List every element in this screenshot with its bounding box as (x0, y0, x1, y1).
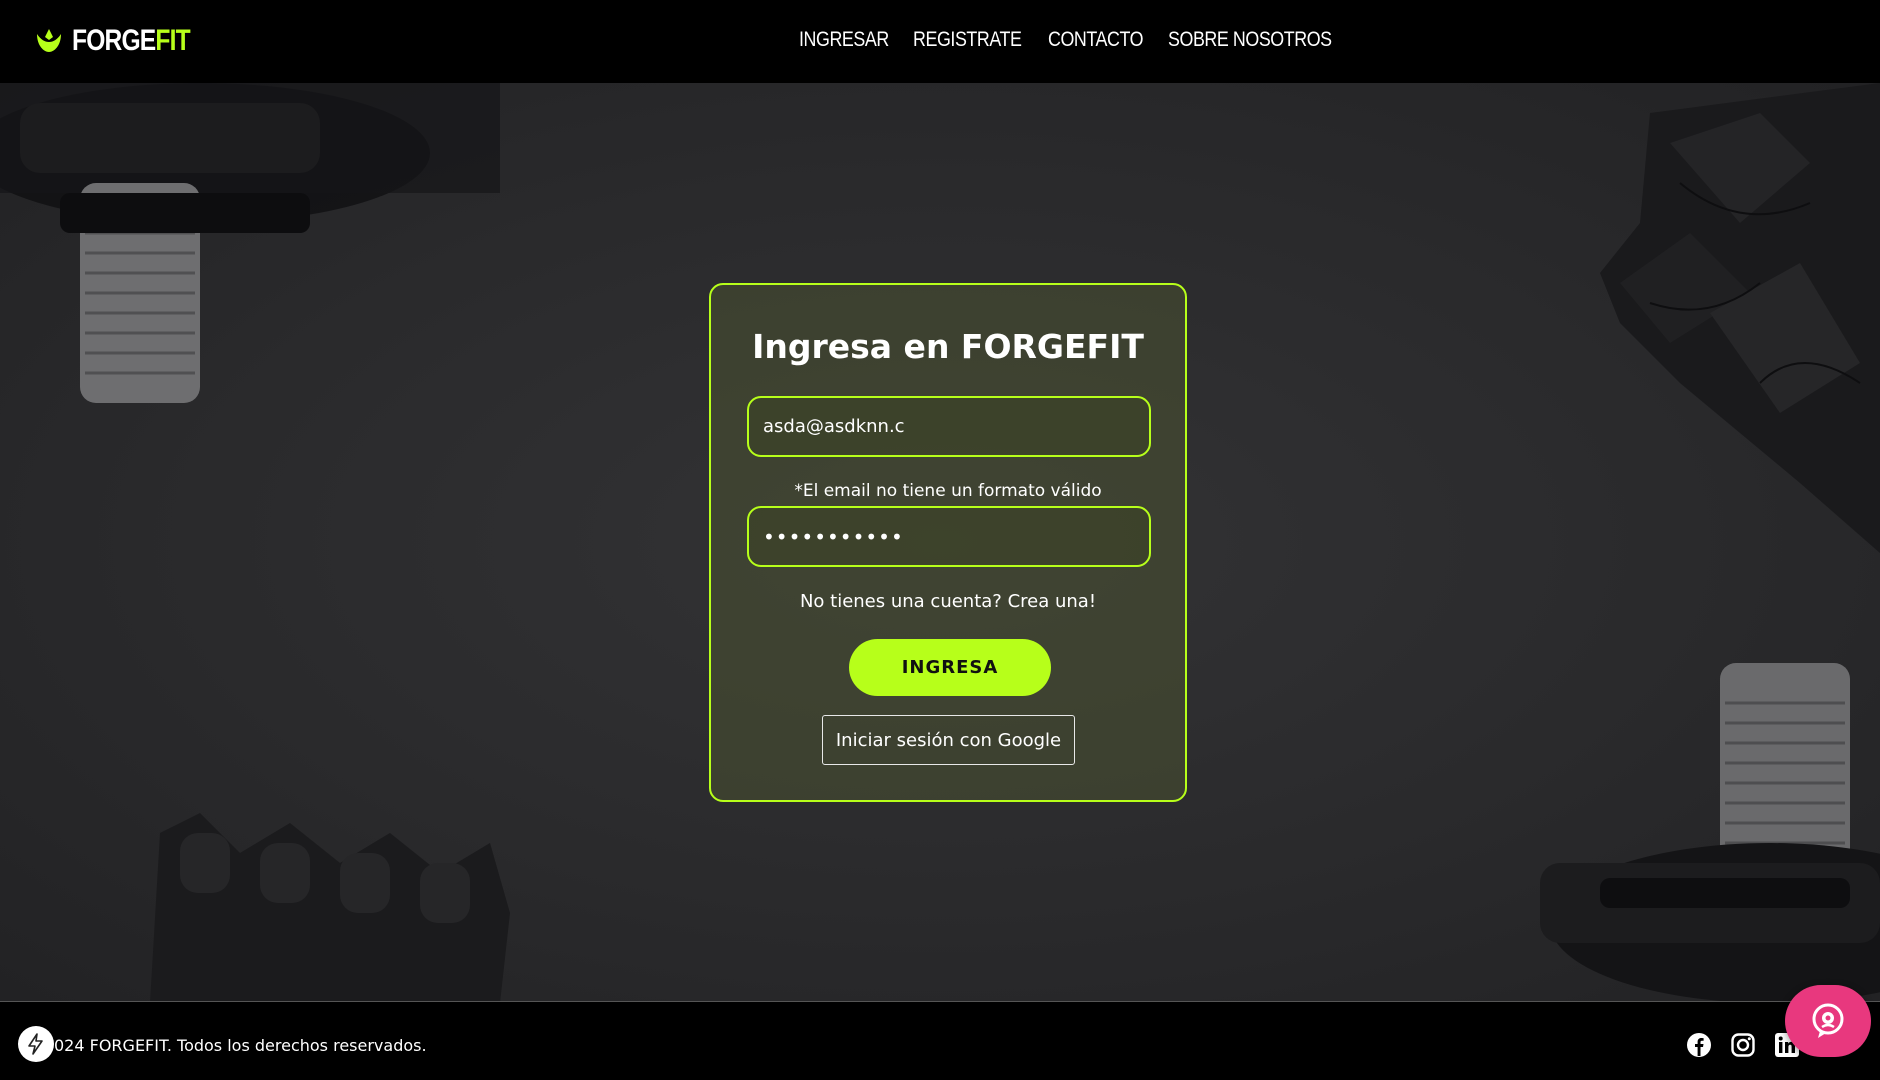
top-navbar: FORGEFIT INGRESAR REGISTRATE CONTACTO SO… (0, 0, 1880, 83)
login-submit-button[interactable]: INGRESA (849, 639, 1051, 696)
login-card: Ingresa en FORGEFIT *El email no tiene u… (709, 283, 1187, 802)
email-error-message: *El email no tiene un formato válido (794, 481, 1102, 501)
logo-text-forge: FORGE (72, 24, 156, 57)
logo-leaf-icon (37, 29, 61, 52)
chat-icon (1812, 1003, 1844, 1038)
footer: 024 FORGEFIT. Todos los derechos reserva… (0, 1001, 1880, 1080)
email-input[interactable] (747, 396, 1151, 457)
instagram-icon[interactable] (1730, 1032, 1756, 1058)
nav-link-ingresar[interactable]: INGRESAR (799, 28, 889, 52)
lightning-badge-icon[interactable] (18, 1026, 54, 1062)
nav-link-sobre-nosotros[interactable]: SOBRE NOSOTROS (1168, 28, 1332, 52)
main-nav: INGRESAR REGISTRATE CONTACTO SOBRE NOSOT… (799, 28, 1349, 52)
logo-text: FORGEFIT (72, 24, 191, 58)
create-account-link[interactable]: No tienes una cuenta? Crea una! (711, 591, 1185, 612)
glove-bottom-left-image (120, 793, 540, 1001)
copyright-text: 024 FORGEFIT. Todos los derechos reserva… (54, 1036, 427, 1055)
facebook-icon[interactable] (1686, 1032, 1712, 1058)
dumbbell-bottom-right-image (1440, 663, 1880, 1001)
chat-widget-button[interactable] (1785, 985, 1871, 1057)
glove-top-right-image (1560, 83, 1880, 553)
login-title: Ingresa en FORGEFIT (752, 327, 1144, 366)
social-links (1686, 1032, 1800, 1058)
google-signin-button[interactable]: Iniciar sesión con Google (822, 715, 1075, 765)
nav-link-registrate[interactable]: REGISTRATE (913, 28, 1022, 52)
nav-link-contacto[interactable]: CONTACTO (1048, 28, 1144, 52)
forgefit-logo[interactable]: FORGEFIT (34, 24, 216, 58)
password-input[interactable] (747, 506, 1151, 567)
dumbbell-top-left-image (0, 83, 520, 423)
logo-text-fit: FIT (155, 24, 190, 57)
